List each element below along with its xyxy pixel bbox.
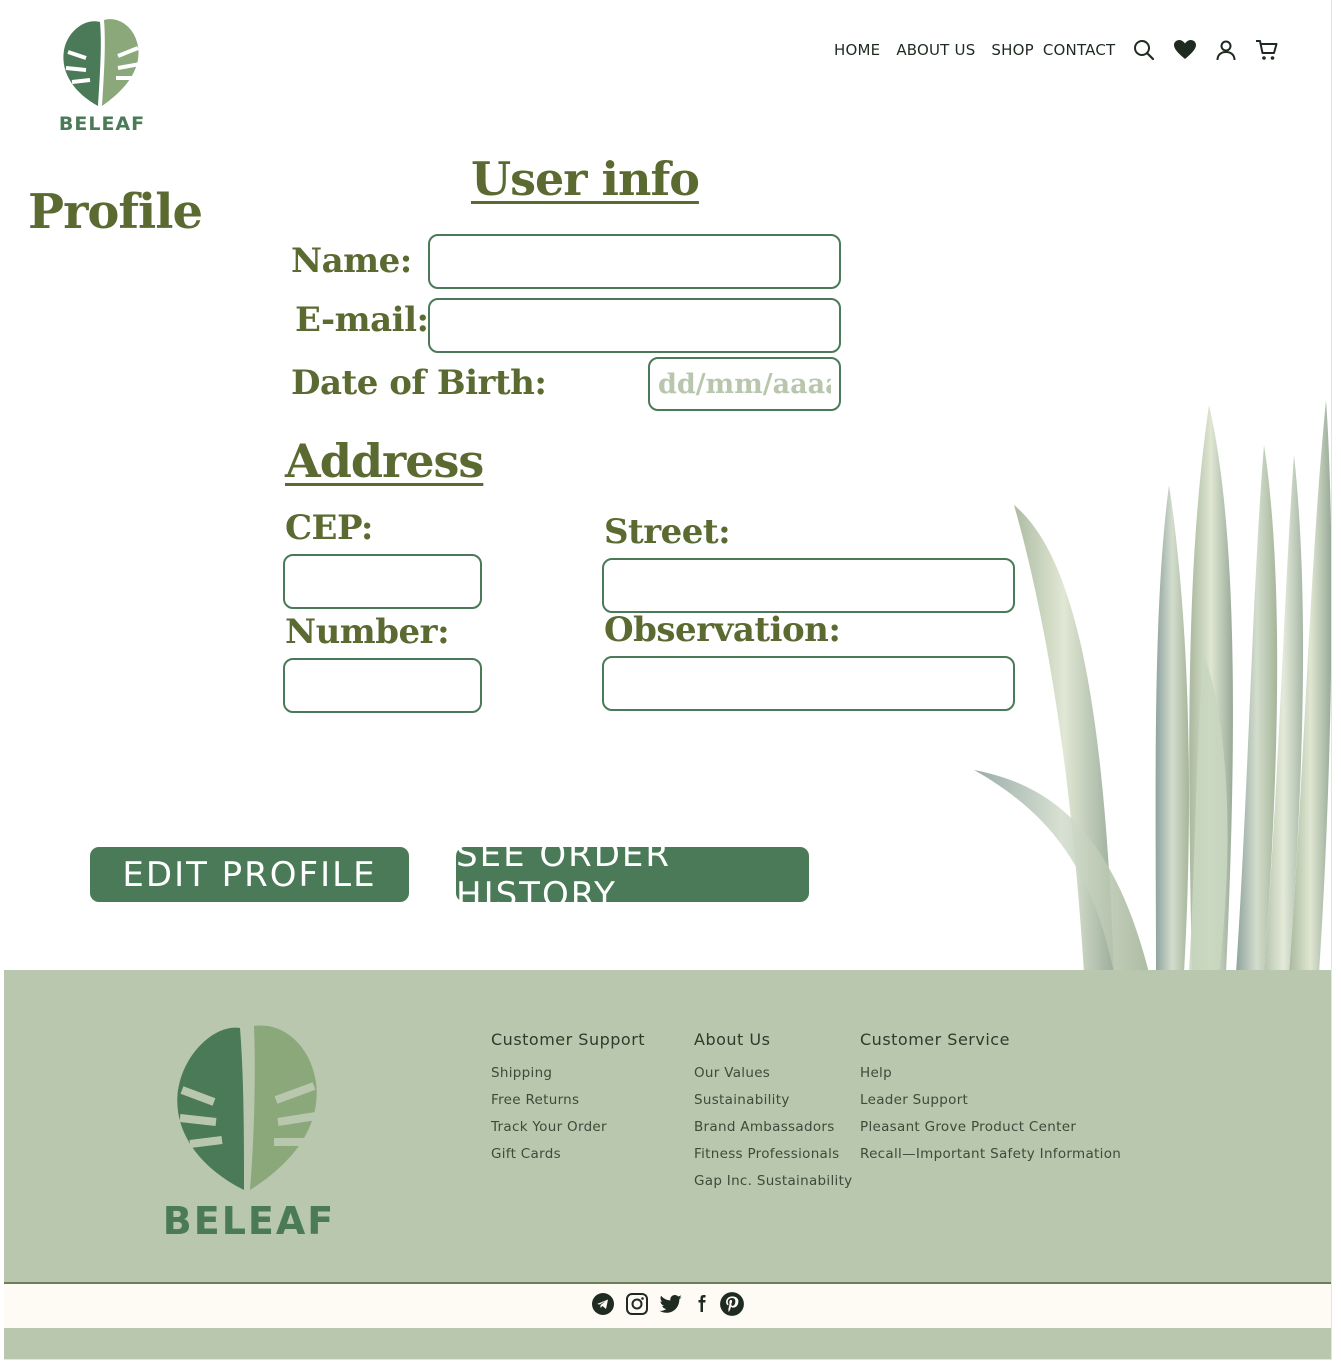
name-label: Name:: [291, 241, 412, 281]
dob-label: Date of Birth:: [291, 363, 547, 403]
cep-input[interactable]: [283, 554, 482, 609]
pinterest-icon[interactable]: [719, 1291, 745, 1321]
footer-link-our-values[interactable]: Our Values: [694, 1065, 852, 1081]
observation-label: Observation:: [604, 610, 841, 650]
search-icon[interactable]: [1132, 38, 1156, 62]
footer-link-recall[interactable]: Recall—Important Safety Information: [860, 1146, 1121, 1162]
logo-wordmark: BELEAF: [59, 113, 145, 135]
cep-label: CEP:: [285, 508, 373, 548]
footer-link-fitness-professionals[interactable]: Fitness Professionals: [694, 1146, 852, 1162]
name-input[interactable]: [428, 234, 841, 289]
footer-link-free-returns[interactable]: Free Returns: [491, 1092, 645, 1108]
footer-logo-wordmark: BELEAF: [164, 1199, 334, 1242]
footer-column-title: About Us: [694, 1030, 771, 1049]
nav-home[interactable]: HOME: [834, 41, 880, 59]
observation-input[interactable]: [602, 656, 1015, 711]
footer-link-brand-ambassadors[interactable]: Brand Ambassadors: [694, 1119, 852, 1135]
footer-column-customer-service: Customer Service Help Leader Support Ple…: [860, 1030, 1121, 1173]
page-title: Profile: [28, 184, 203, 240]
footer-column-customer-support: Customer Support Shipping Free Returns T…: [491, 1030, 645, 1173]
footer-link-leader-support[interactable]: Leader Support: [860, 1092, 1121, 1108]
top-nav: HOME ABOUT US SHOP CONTACT: [834, 38, 1279, 62]
email-label: E-mail:: [295, 300, 429, 340]
bottom-bar: [4, 1328, 1331, 1359]
footer-link-track-order[interactable]: Track Your Order: [491, 1119, 645, 1135]
email-input[interactable]: [428, 298, 841, 353]
beleaf-logo[interactable]: BELEAF: [56, 14, 148, 136]
footer-column-title: Customer Service: [860, 1030, 1010, 1049]
number-input[interactable]: [283, 658, 482, 713]
footer-link-help[interactable]: Help: [860, 1065, 1121, 1081]
page: BELEAF HOME ABOUT US SHOP CONTACT Profil…: [4, 0, 1332, 1360]
footer-link-sustainability[interactable]: Sustainability: [694, 1092, 852, 1108]
telegram-icon[interactable]: [591, 1292, 615, 1320]
social-bar: [4, 1284, 1331, 1328]
footer-column-about-us: About Us Our Values Sustainability Brand…: [694, 1030, 852, 1200]
footer-column-title: Customer Support: [491, 1030, 646, 1049]
instagram-icon[interactable]: [625, 1292, 649, 1320]
nav-contact[interactable]: CONTACT: [1043, 41, 1116, 59]
order-history-button[interactable]: SEE ORDER HISTORY: [456, 835, 809, 915]
street-input[interactable]: [602, 558, 1015, 613]
address-heading: Address: [285, 434, 484, 488]
edit-profile-button[interactable]: EDIT PROFILE: [90, 847, 409, 902]
street-label: Street:: [604, 512, 731, 552]
footer-link-gift-cards[interactable]: Gift Cards: [491, 1146, 645, 1162]
user-icon[interactable]: [1214, 38, 1238, 62]
dob-input[interactable]: [648, 357, 841, 411]
nav-about-us[interactable]: ABOUT US: [896, 41, 975, 59]
footer-beleaf-logo[interactable]: BELEAF: [164, 1020, 334, 1242]
footer-link-shipping[interactable]: Shipping: [491, 1065, 645, 1081]
heart-icon[interactable]: [1173, 38, 1197, 62]
footer-link-gap-sustainability[interactable]: Gap Inc. Sustainability: [694, 1173, 852, 1189]
facebook-icon[interactable]: [693, 1292, 709, 1320]
snake-plant-illustration: [974, 400, 1331, 973]
nav-shop[interactable]: SHOP: [991, 41, 1033, 59]
footer: BELEAF Customer Support Shipping Free Re…: [4, 970, 1331, 1284]
twitter-icon[interactable]: [659, 1292, 683, 1320]
footer-link-product-center[interactable]: Pleasant Grove Product Center: [860, 1119, 1121, 1135]
cart-icon[interactable]: [1255, 38, 1279, 62]
number-label: Number:: [285, 612, 450, 652]
user-info-heading: User info: [471, 152, 700, 206]
